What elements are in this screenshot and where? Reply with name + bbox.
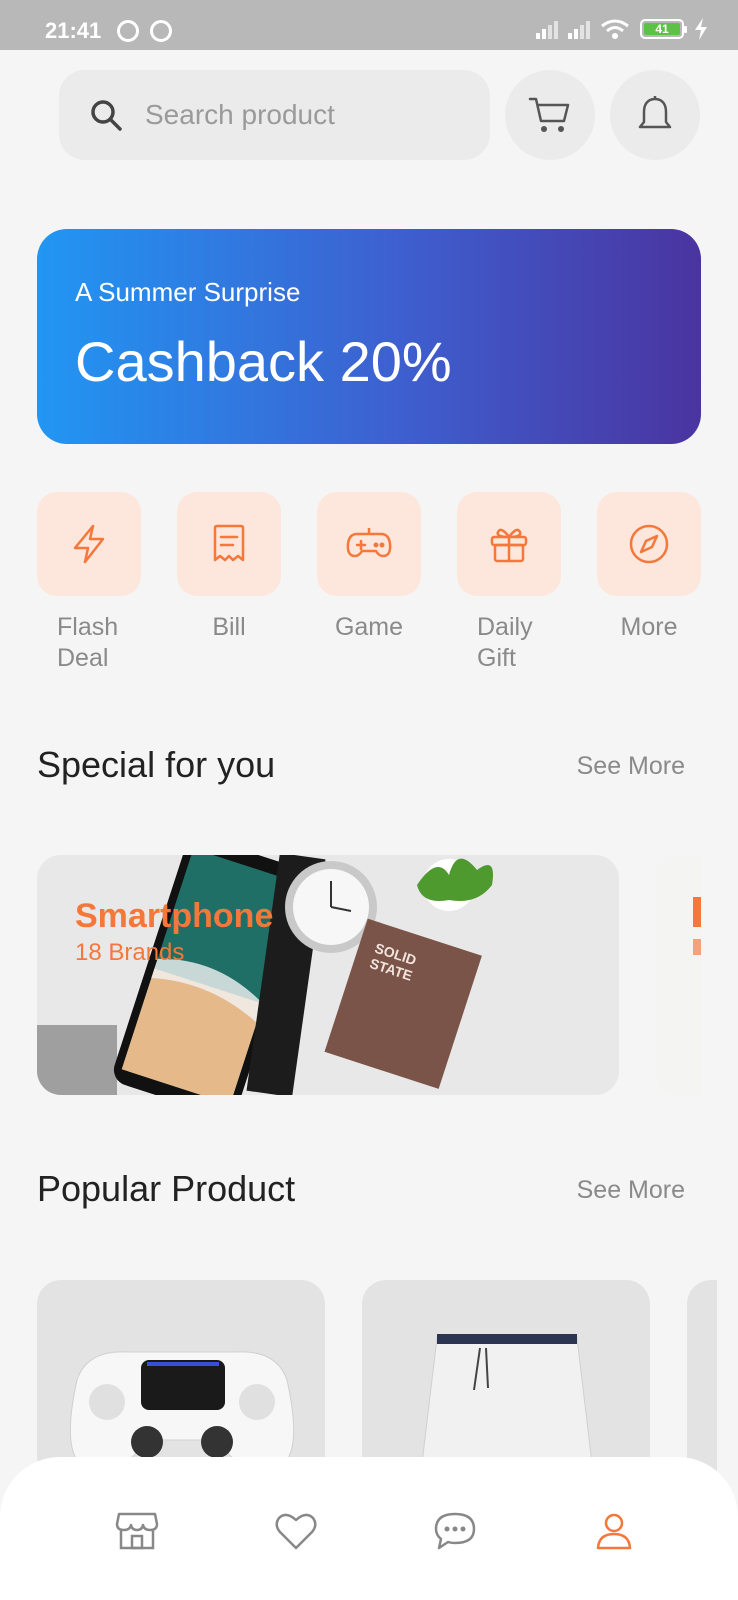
category-game[interactable]: Game [317, 492, 421, 643]
category-tile [37, 492, 141, 596]
category-tile [597, 492, 701, 596]
battery-level: 41 [644, 23, 680, 35]
promo-banner[interactable]: A Summer Surprise Cashback 20% [37, 229, 701, 444]
category-tile [177, 492, 281, 596]
bell-icon [638, 96, 672, 129]
nav-profile[interactable] [590, 1507, 638, 1555]
category-label: More [620, 613, 678, 641]
chat-icon [434, 1512, 476, 1550]
nav-favorites[interactable] [272, 1507, 320, 1555]
nav-messages[interactable] [431, 1507, 479, 1555]
promo-subtitle: A Summer Surprise [75, 277, 301, 307]
status-indicators: 41 [536, 18, 708, 40]
notification-button[interactable] [610, 70, 700, 160]
smartphone-photo: SOLID STATE [37, 855, 619, 1095]
nav-shop[interactable] [113, 1507, 161, 1555]
search-input[interactable] [145, 99, 465, 131]
game-controller-photo [69, 1351, 295, 1471]
category-label: Game [334, 613, 404, 641]
card-title-fragment [693, 897, 701, 927]
cart-button[interactable] [505, 70, 595, 160]
category-tile [457, 492, 561, 596]
status-time: 21:41 [45, 18, 102, 43]
special-card-subtitle: 18 Brands [75, 939, 185, 966]
category-bill[interactable]: Bill [177, 492, 281, 643]
category-label: Daily Gift [477, 613, 533, 672]
product-card-controller[interactable] [37, 1280, 325, 1480]
compass-icon [629, 524, 669, 564]
popular-section-title: Popular Product [37, 1168, 296, 1209]
charging-icon [695, 18, 707, 40]
battery-icon: 41 [640, 19, 687, 39]
card-subtitle-fragment [693, 939, 701, 955]
cart-icon [528, 97, 570, 132]
shop-icon [115, 1512, 159, 1550]
special-section-title: Special for you [37, 744, 276, 785]
status-bar: 21:41 41 [0, 0, 738, 50]
notification-badge-icon [150, 20, 172, 42]
gift-icon [490, 528, 528, 563]
special-card-title: Smartphone [75, 897, 274, 935]
special-see-more-link[interactable]: See More [577, 752, 685, 781]
bottom-navigation [0, 1457, 738, 1600]
category-tile [317, 492, 421, 596]
heart-icon [275, 1513, 317, 1550]
category-label: Bill [212, 613, 246, 641]
signal-icon [568, 19, 590, 39]
search-icon [91, 100, 122, 131]
wifi-icon [601, 19, 629, 39]
shorts-photo [419, 1334, 595, 1480]
signal-icon [536, 19, 558, 39]
flash-icon [73, 524, 105, 564]
bill-icon [213, 524, 245, 562]
special-card-next[interactable] [655, 855, 701, 1095]
search-bar[interactable] [59, 70, 490, 160]
special-card-smartphone[interactable]: SOLID STATE Smartphone 18 Brands [37, 855, 619, 1095]
popular-see-more-link[interactable]: See More [577, 1176, 685, 1205]
category-daily-gift[interactable]: Daily Gift [457, 492, 561, 674]
category-flash-deal[interactable]: Flash Deal [37, 492, 141, 674]
product-card-next[interactable] [687, 1280, 717, 1480]
product-card-shorts[interactable] [362, 1280, 650, 1480]
game-controller-icon [346, 528, 392, 558]
notification-badge-icon [117, 20, 139, 42]
category-label: Flash Deal [57, 613, 119, 672]
category-more[interactable]: More [597, 492, 701, 643]
promo-title: Cashback 20% [75, 330, 452, 393]
user-icon [596, 1513, 632, 1550]
